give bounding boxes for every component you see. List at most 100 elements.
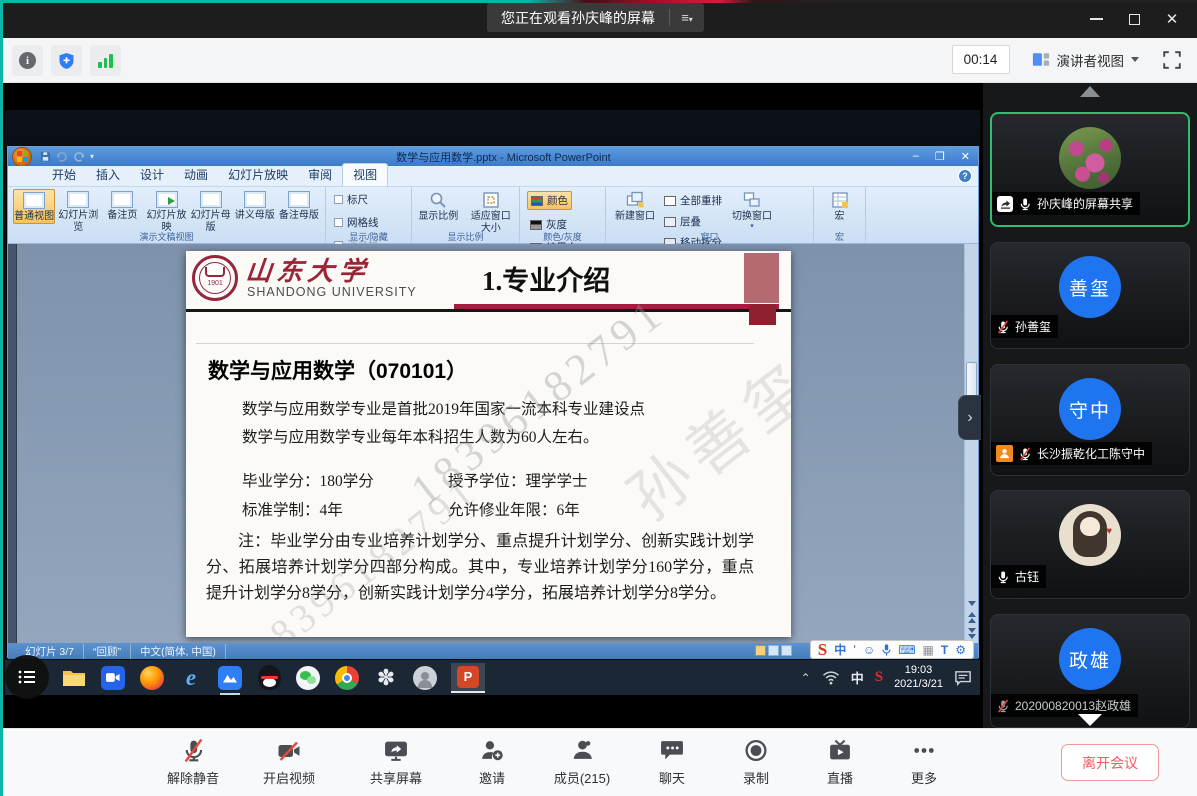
macro-icon <box>831 191 849 209</box>
ppt-slide-canvas: 1901 山东大学 SHANDONG UNIVERSITY 1.专业介绍 数学与… <box>8 244 978 643</box>
group-label-zoom: 显示比例 <box>412 230 519 243</box>
mic-on-icon <box>996 570 1010 584</box>
handout-master-icon <box>244 191 266 208</box>
view-mode-label: 演讲者视图 <box>1057 50 1125 70</box>
slide-sorter-icon <box>768 645 779 656</box>
chat-button[interactable]: 聊天 <box>642 738 702 787</box>
avatar: ♥ <box>1059 504 1121 566</box>
members-button[interactable]: 成员(215) <box>544 738 620 787</box>
ribbon-slide-sorter: 幻灯片浏览 <box>57 189 99 233</box>
ribbon-slide-master: 幻灯片母版 <box>190 189 232 233</box>
ime-punct-icon: ’ <box>853 643 856 657</box>
ribbon-notes-master: 备注母版 <box>278 189 320 222</box>
slide-sorter-icon <box>67 191 89 208</box>
annotation-fab[interactable] <box>5 655 49 699</box>
slide-paragraph: 数学与应用数学专业每年本科招生人数为60人左右。 <box>242 425 599 447</box>
meeting-protect-button[interactable] <box>51 45 82 76</box>
emoji-icon: ☺ <box>863 643 875 657</box>
slide-note: 注：毕业学分由专业培养计划学分、重点提升计划学分、创新实践计划学分、拓展培养计划… <box>206 529 754 607</box>
start-video-button[interactable]: 开启视频 <box>256 739 322 787</box>
tab-home: 开始 <box>42 164 86 186</box>
participant-tile[interactable]: 善玺 孙善玺 <box>990 242 1190 349</box>
record-button[interactable]: 录制 <box>726 738 786 787</box>
slide-nav-buttons <box>964 608 978 643</box>
signal-icon <box>98 54 113 68</box>
ppt-restore-icon: ❐ <box>935 150 945 163</box>
color-swatch-icon <box>531 196 543 206</box>
powerpoint-window: ▾ 数学与应用数学.pptx - Microsoft PowerPoint – … <box>7 146 979 658</box>
taskbar-flower-icon: ✽ <box>373 664 399 692</box>
participant-tile[interactable]: ♥ 古钰 <box>990 490 1190 599</box>
taskbar-qq-icon <box>256 664 282 692</box>
mic-on-icon <box>1018 197 1032 211</box>
more-button[interactable]: 更多 <box>894 738 954 787</box>
shared-screen-video: ▾ 数学与应用数学.pptx - Microsoft PowerPoint – … <box>0 83 983 728</box>
invite-button[interactable]: 邀请 <box>462 738 522 787</box>
mic-muted-icon <box>996 320 1010 334</box>
university-name-cn: 山东大学 <box>244 251 372 288</box>
live-tv-icon <box>827 738 853 763</box>
fullscreen-button[interactable] <box>1161 49 1183 71</box>
banner-menu-icon[interactable]: ≡▾ <box>670 10 704 25</box>
slide: 1901 山东大学 SHANDONG UNIVERSITY 1.专业介绍 数学与… <box>186 251 791 637</box>
ribbon-gridlines-checkbox: 网格线 <box>334 215 379 230</box>
participant-tile[interactable]: 守中 长沙振乾化工陈守中 <box>990 364 1190 476</box>
shared-desktop: ▾ 数学与应用数学.pptx - Microsoft PowerPoint – … <box>5 110 980 695</box>
ribbon-normal-view: 普通视图 <box>13 189 55 224</box>
watching-banner[interactable]: 您正在观看孙庆峰的屏幕 ≡▾ <box>487 3 704 32</box>
meeting-info-button[interactable]: i <box>12 45 43 76</box>
ribbon-cascade: 层叠 <box>661 213 725 230</box>
tray-time: 19:03 <box>894 664 943 678</box>
participant-tile[interactable]: 政雄 202000820013赵政雄 <box>990 614 1190 728</box>
avatar: 守中 <box>1059 378 1121 440</box>
scroll-down-arrow[interactable] <box>1078 714 1102 726</box>
toolbox-icon: ▦ <box>923 643 934 657</box>
next-slide-icon <box>968 628 976 639</box>
chat-icon <box>659 738 685 763</box>
record-icon <box>743 738 769 763</box>
status-view-buttons <box>755 645 792 656</box>
taskbar-chrome-icon <box>334 664 360 692</box>
live-stream-button[interactable]: 直播 <box>810 738 870 787</box>
taskbar-meeting-app-icon <box>100 664 126 692</box>
network-quality-button[interactable] <box>90 45 121 76</box>
taskbar-file-explorer-icon <box>61 664 87 692</box>
slide-stat: 标准学制：4年 <box>242 498 343 520</box>
tab-review: 审阅 <box>298 164 342 186</box>
ribbon-slide-show: 幻灯片放映 <box>145 189 187 233</box>
ppt-close-icon: ✕ <box>961 150 970 163</box>
settings-wrench-icon: ⚙ <box>955 643 966 657</box>
taskbar-powerpoint-active-icon: P <box>451 663 485 693</box>
meeting-timer: 00:14 <box>952 45 1010 74</box>
maximize-button[interactable] <box>1115 0 1153 38</box>
scroll-up-arrow[interactable] <box>1080 86 1100 97</box>
leave-meeting-button[interactable]: 离开会议 <box>1061 744 1159 781</box>
notification-icon <box>954 670 972 686</box>
normal-view-icon <box>23 192 45 209</box>
info-icon: i <box>19 52 36 69</box>
mic-muted-icon <box>181 738 206 763</box>
slide-paragraph: 数学与应用数学专业是首批2019年国家一流本科专业建设点 <box>242 397 645 419</box>
share-screen-button[interactable]: 共享屏幕 <box>356 738 436 787</box>
keyboard-icon: ⌨ <box>898 643 915 657</box>
participant-tile-sharing[interactable]: 孙庆峰的屏幕共享 <box>990 112 1190 227</box>
header-black-line <box>186 309 791 312</box>
unmute-button[interactable]: 解除静音 <box>160 738 226 787</box>
sidebar-collapse-handle[interactable]: › <box>958 395 981 440</box>
participant-name: 孙庆峰的屏幕共享 <box>1037 195 1133 212</box>
voice-icon <box>882 644 891 656</box>
view-mode-select[interactable]: 演讲者视图 <box>1026 46 1146 74</box>
tray-chevron-up-icon: ⌃ <box>801 671 811 685</box>
fit-window-icon <box>482 191 500 209</box>
normal-view-icon <box>755 645 766 656</box>
participant-name: 孙善玺 <box>1015 318 1051 335</box>
taskbar-firefox-icon <box>139 664 165 692</box>
checkbox-icon <box>334 195 343 204</box>
members-icon <box>569 738 595 763</box>
tab-view-active: 视图 <box>342 163 388 186</box>
ribbon-switch-window: 切换窗口▾ <box>727 189 777 231</box>
ribbon-notes-page: 备注页 <box>101 189 143 222</box>
minimize-button[interactable] <box>1077 0 1115 38</box>
close-button[interactable]: ✕ <box>1153 0 1191 38</box>
slide-show-icon <box>156 191 178 208</box>
